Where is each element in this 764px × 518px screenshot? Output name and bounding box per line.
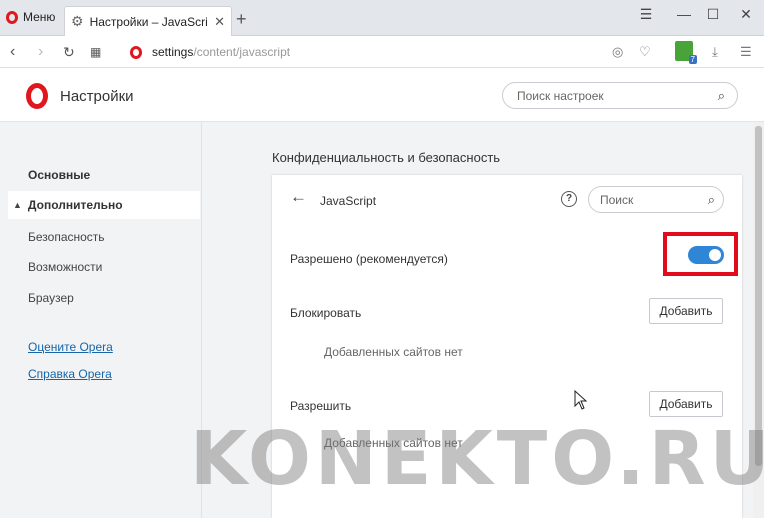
sidebar-item-browser[interactable]: Браузер [28,291,74,305]
mouse-cursor-icon [574,390,588,410]
search-placeholder: Поиск [600,192,634,207]
allow-add-button[interactable]: Добавить [649,391,723,417]
heart-icon[interactable]: ♡ [639,44,651,60]
page-title: Настройки [60,87,134,105]
block-label: Блокировать [290,306,362,320]
block-add-button[interactable]: Добавить [649,298,723,324]
url-path: /content/javascript [193,45,291,59]
sidebar-item-basic[interactable]: Основные [28,168,90,182]
maximize-icon[interactable]: ☐ [703,6,723,23]
tab-settings[interactable]: ⚙ Настройки – JavaScript ✕ [64,6,232,36]
tab-menu-icon[interactable]: ☰ [636,6,656,23]
card-title: JavaScript [320,194,377,208]
download-icon[interactable]: ⤓ [712,44,718,60]
search-icon: ⌕ [717,87,725,103]
help-icon[interactable]: ? [561,191,577,207]
allowed-label: Разрешено (рекомендуется) [290,252,448,266]
reload-icon[interactable]: ↻ [63,44,75,61]
section-title: Конфиденциальность и безопасность [272,150,501,165]
new-tab-button[interactable]: + [236,9,247,30]
search-icon: ⌕ [707,191,715,207]
opera-logo-icon [26,83,48,109]
minimize-icon[interactable]: — [674,6,694,22]
caret-up-icon: ▲ [13,200,22,210]
tab-title: Настройки – JavaScript [89,14,209,29]
opera-help-link[interactable]: Справка Opera [28,367,112,381]
sidebar-item-advanced[interactable]: ▲ Дополнительно [8,191,200,219]
menu-label: Меню [23,10,56,24]
settings-brand: Настройки [26,83,134,109]
url-host: settings [152,45,194,59]
rate-opera-link[interactable]: Оцените Opera [28,340,113,354]
opera-logo-icon [6,10,18,24]
sidebar-item-security[interactable]: Безопасность [28,230,105,244]
close-window-icon[interactable]: ✕ [736,6,756,23]
watermark: KONEKTO.RU [190,416,764,502]
allow-label: Разрешить [290,399,352,413]
settings-header: Настройки Поиск настроек ⌕ [0,69,764,122]
close-tab-icon[interactable]: ✕ [214,14,225,30]
opera-url-icon [130,45,142,59]
opera-menu-button[interactable]: Меню [6,10,55,24]
search-placeholder: Поиск настроек [517,88,604,103]
toggle-knob [709,249,721,261]
extension-badge: 7 [688,55,697,64]
javascript-toggle[interactable] [688,246,724,264]
address-bar: ‹ › ↻ ▦ settings/content/javascript ◎ ♡ … [0,36,764,68]
back-nav-icon[interactable]: ‹ [10,43,15,61]
block-empty-text: Добавленных сайтов нет [324,345,463,359]
sidebar-item-label: Дополнительно [27,198,123,212]
sidebar: Основные ▲ Дополнительно Безопасность Во… [0,122,202,518]
tab-bar: Меню ⚙ Настройки – JavaScript ✕ + ☰ — ☐ … [0,0,764,36]
camera-icon[interactable]: ◎ [612,44,623,60]
easy-setup-icon[interactable]: ☰ [740,44,752,60]
card-search-input[interactable]: Поиск ⌕ [588,186,724,213]
extension-download-icon[interactable]: 7 [675,41,697,64]
back-arrow-icon[interactable]: ← [290,187,307,207]
speed-dial-icon[interactable]: ▦ [90,45,101,59]
scrollbar-thumb[interactable] [755,126,762,466]
url-field[interactable]: settings/content/javascript [130,45,290,59]
gear-icon: ⚙ [71,13,84,29]
settings-search-input[interactable]: Поиск настроек ⌕ [502,82,738,109]
forward-nav-icon[interactable]: › [38,43,43,61]
sidebar-item-features[interactable]: Возможности [28,260,102,274]
